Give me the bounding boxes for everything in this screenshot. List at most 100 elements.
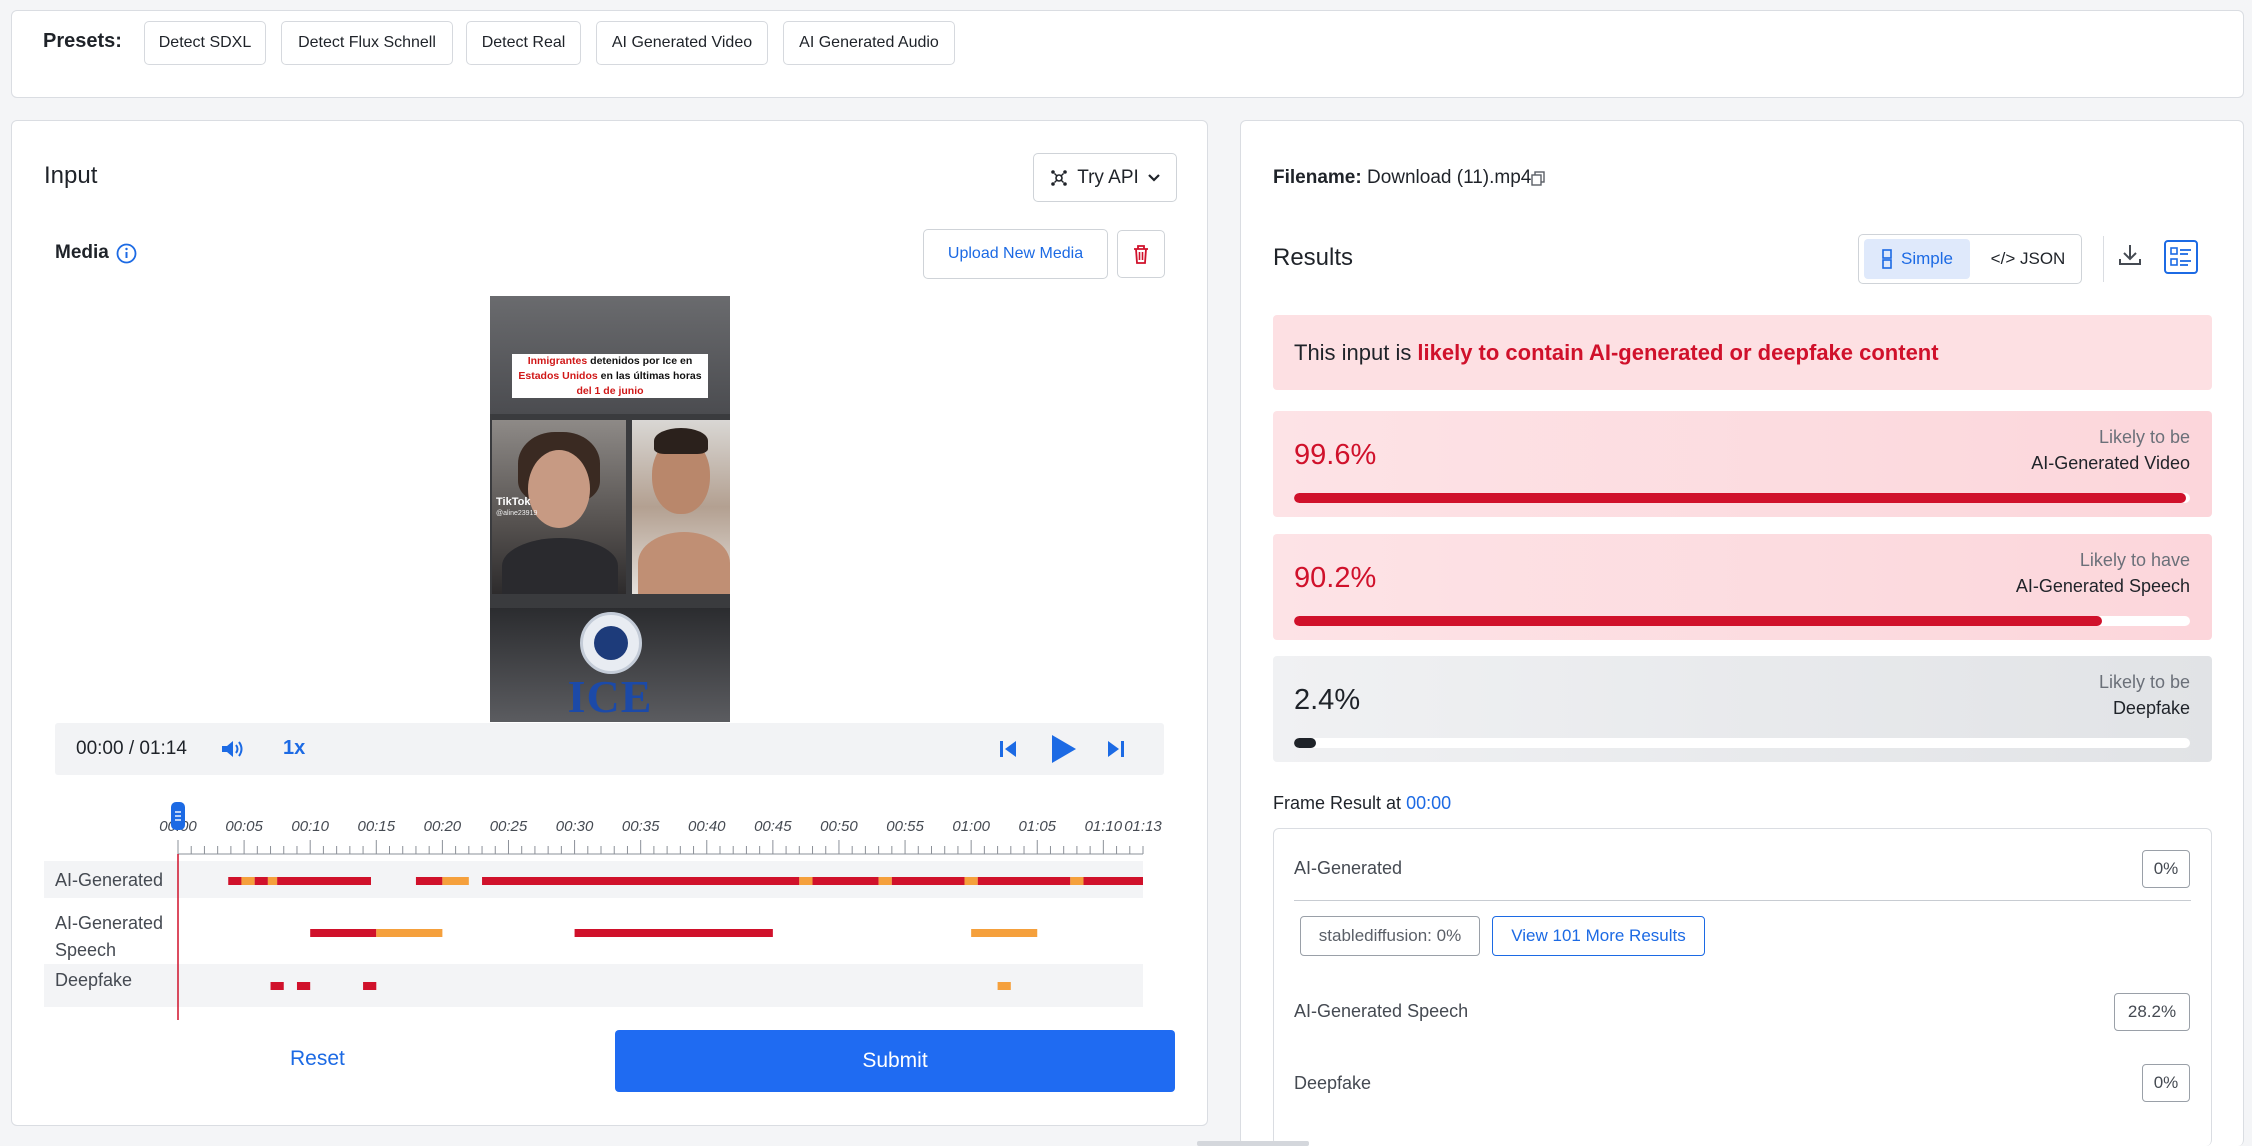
ruler-tick-label: 00:15 [358, 818, 396, 835]
score-category: AI-Generated Speech [2015, 576, 2190, 596]
playback-time: 00:00 / 01:14 [76, 738, 187, 759]
score-category: Deepfake [2112, 698, 2190, 718]
timeline-segment [228, 877, 242, 885]
timeline-svg: 00:0000:0500:1000:1500:2000:2500:3000:35… [44, 802, 1162, 1020]
timeline-segment [254, 877, 268, 885]
ice-logo-text: ICE [567, 671, 653, 722]
ruler-tick-label: 01:00 [952, 818, 990, 835]
verdict-prefix: This input is [1294, 339, 1412, 365]
timeline-segment [878, 877, 892, 885]
ruler-tick-label: 00:55 [886, 818, 924, 835]
ruler-tick-label: 01:05 [1018, 818, 1056, 835]
submit-button[interactable]: Submit [615, 1030, 1175, 1092]
frame-result-box [1273, 828, 2212, 1146]
json-view-button[interactable]: </> JSON [1978, 239, 2078, 279]
frame-ai-generated-value: 0% [2142, 850, 2190, 888]
score-card-deepfake: 2.4% Likely to be Deepfake [1273, 656, 2212, 762]
detection-timeline[interactable]: 00:0000:0500:1000:1500:2000:2500:3000:35… [44, 790, 1179, 1020]
ruler-tick-label: 00:50 [820, 818, 858, 835]
toolbar-divider [2103, 236, 2104, 282]
play-icon[interactable] [1048, 733, 1078, 770]
ruler-tick-label: 00:45 [754, 818, 792, 835]
preset-detect-real[interactable]: Detect Real [466, 21, 581, 65]
ruler-tick-label: 00:30 [556, 818, 594, 835]
presets-label: Presets: [43, 30, 122, 52]
frame-deepfake-label: Deepfake [1294, 1073, 1372, 1093]
timeline-segment [376, 929, 443, 937]
score-category: AI-Generated Video [2031, 453, 2190, 473]
timeline-segment [1070, 877, 1084, 885]
score-bar [1294, 738, 2190, 748]
try-api-icon [1051, 169, 1068, 186]
simple-view-icon [1882, 249, 1892, 269]
timeline-segment [270, 982, 284, 990]
video-bottom-band: ICE [490, 608, 730, 722]
score-caption: Likely to have [2079, 550, 2190, 570]
delete-media-button[interactable] [1117, 230, 1165, 278]
input-title: Input [44, 162, 98, 189]
reset-button[interactable]: Reset [290, 1047, 345, 1071]
list-view-icon[interactable] [2164, 240, 2198, 274]
preset-ai-generated-audio[interactable]: AI Generated Audio [783, 21, 955, 65]
try-api-label: Try API [1077, 166, 1139, 188]
score-percent: 90.2% [1294, 562, 1377, 594]
score-card-ai-speech: 90.2% Likely to have AI-Generated Speech [1273, 534, 2212, 640]
timeline-segment [997, 982, 1011, 990]
frame-divider [1294, 900, 2191, 901]
page-scroll-indicator[interactable] [1197, 1141, 1309, 1146]
upload-new-media-button[interactable]: Upload New Media [923, 229, 1108, 279]
ruler-tick-label: 01:10 [1085, 818, 1123, 835]
frame-deepfake-value: 0% [2142, 1064, 2190, 1102]
timeline-segment [977, 877, 1071, 885]
timeline-segment [1083, 877, 1143, 885]
preset-ai-generated-video[interactable]: AI Generated Video [596, 21, 768, 65]
playback-speed-button[interactable]: 1x [283, 737, 305, 760]
timeline-segment [482, 877, 800, 885]
timeline-segment [363, 982, 377, 990]
score-bar-fill [1294, 493, 2187, 503]
frame-result-time[interactable]: 00:00 [1406, 793, 1451, 813]
filename: Filename: Download (11).mp4 [1273, 167, 1531, 189]
ruler-tick-label: 00:20 [424, 818, 462, 835]
ruler-tick-label: 00:25 [490, 818, 528, 835]
track-label-ai-generated: AI-Generated [55, 870, 164, 890]
preset-detect-flux-schnell[interactable]: Detect Flux Schnell [281, 21, 453, 65]
view-more-results-button[interactable]: View 101 More Results [1492, 916, 1705, 956]
timeline-segment [574, 929, 773, 937]
info-icon[interactable] [116, 243, 137, 264]
timeline-segment [267, 877, 278, 885]
video-caption: Inmigrantes detenidos por Ice en Estados… [512, 354, 708, 398]
ruler-tick-label: 01:13 [1124, 818, 1162, 835]
skip-back-icon[interactable] [997, 738, 1019, 765]
track-label-deepfake: Deepfake [55, 970, 133, 990]
timeline-segment [442, 877, 469, 885]
track-row-deepfake [44, 964, 1143, 1007]
video-preview[interactable]: Inmigrantes detenidos por Ice en Estados… [490, 296, 730, 722]
timeline-segment [891, 877, 965, 885]
skip-forward-icon[interactable] [1105, 738, 1127, 765]
ruler-tick-label: 00:05 [225, 818, 263, 835]
timeline-segment [971, 929, 1038, 937]
volume-icon[interactable] [220, 738, 246, 765]
score-bar-fill [1294, 738, 1317, 748]
frame-result-label: Frame Result at 00:00 [1273, 793, 1451, 814]
copy-icon[interactable] [1530, 170, 1546, 191]
timeline-segment [310, 929, 377, 937]
mugshot-body [638, 532, 730, 594]
model-result-chip: stablediffusion: 0% [1300, 916, 1480, 956]
simple-view-label: Simple [1901, 249, 1953, 268]
dhs-seal-center [594, 626, 628, 660]
score-card-ai-video: 99.6% Likely to be AI-Generated Video [1273, 411, 2212, 517]
dhs-seal [580, 612, 642, 674]
score-caption: Likely to be [2098, 427, 2190, 447]
ruler-tick-label: 00:35 [622, 818, 660, 835]
mugshot-hair [654, 428, 708, 454]
download-icon[interactable] [2116, 242, 2144, 273]
try-api-button[interactable]: Try API [1033, 153, 1177, 202]
frame-speech-value: 28.2% [2114, 993, 2190, 1031]
score-percent: 99.6% [1294, 439, 1377, 471]
preset-detect-sdxl[interactable]: Detect SDXL [144, 21, 266, 65]
timeline-segment [241, 877, 255, 885]
simple-view-button[interactable]: Simple [1864, 239, 1970, 279]
timeline-segment [277, 877, 371, 885]
